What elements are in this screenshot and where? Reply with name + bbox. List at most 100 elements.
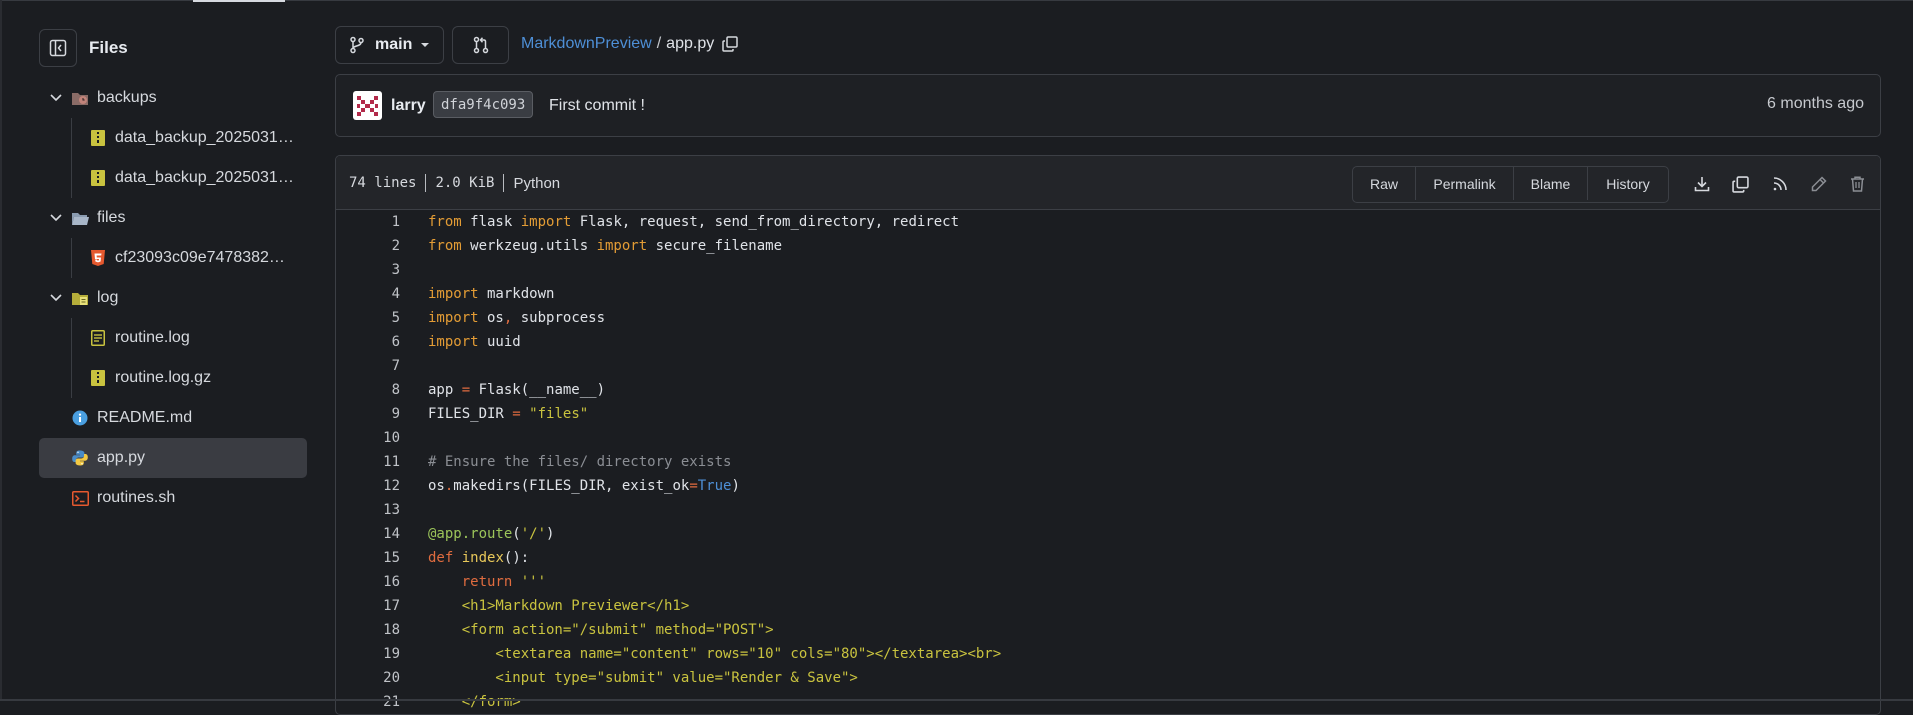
- compare-button[interactable]: [452, 26, 509, 64]
- terminal-icon: [71, 489, 89, 507]
- toggle-sidebar-button[interactable]: [39, 29, 77, 67]
- code-view: 1 from flask import Flask, request, send_…: [336, 210, 1880, 714]
- keyword-token: import: [596, 238, 648, 254]
- pencil-icon: [1811, 176, 1827, 192]
- code-line: 5 import os, subprocess: [336, 306, 1880, 330]
- tree-file-routine-log-gz[interactable]: routine.log.gz: [39, 358, 307, 398]
- line-number[interactable]: 15: [336, 546, 400, 570]
- breadcrumb-file: app.py: [666, 35, 715, 52]
- commit-sha[interactable]: dfa9f4c093: [433, 91, 534, 118]
- file-language: Python: [513, 174, 561, 192]
- git-pull-request-icon: [473, 36, 488, 54]
- commit-message[interactable]: First commit !: [549, 97, 645, 115]
- line-number[interactable]: 2: [336, 234, 400, 258]
- code-text: from flask import Flask, request, send_f…: [428, 214, 960, 230]
- log-file-icon: [89, 329, 107, 347]
- tree-folder-log[interactable]: log: [39, 278, 307, 318]
- code-line: 20 <input type="submit" value="Render & …: [336, 666, 1880, 690]
- keyword-token: import: [428, 310, 479, 326]
- download-button[interactable]: [1682, 174, 1721, 194]
- code-text: app = Flask(__name__): [428, 382, 606, 398]
- code-line: 18 <form action="/submit" method="POST">: [336, 618, 1880, 642]
- divider: [425, 174, 427, 192]
- tree-file-routines-sh[interactable]: routines.sh: [39, 478, 307, 518]
- user-avatar-icon: [357, 96, 378, 116]
- tree-file-html[interactable]: cf23093c09e7478382…: [39, 238, 307, 278]
- tree-file-app-py[interactable]: app.py: [39, 438, 307, 478]
- tree-file-data-backup-2[interactable]: data_backup_2025031…: [39, 158, 307, 198]
- avatar[interactable]: [353, 91, 382, 120]
- line-number[interactable]: 20: [336, 666, 400, 690]
- code-line: 2 from werkzeug.utils import secure_filen…: [336, 234, 1880, 258]
- line-number[interactable]: 6: [336, 330, 400, 354]
- folder-open-icon: [71, 209, 89, 227]
- delete-button[interactable]: [1838, 174, 1877, 194]
- file-info: 74 lines 2.0 KiB Python: [349, 174, 560, 192]
- html5-icon: [89, 249, 107, 267]
- raw-button[interactable]: Raw: [1353, 167, 1416, 200]
- history-button[interactable]: History: [1588, 167, 1668, 200]
- file-actions: [1682, 174, 1877, 194]
- line-number[interactable]: 14: [336, 522, 400, 546]
- line-number[interactable]: 21: [336, 690, 400, 714]
- copy-icon: [722, 36, 738, 52]
- line-number[interactable]: 16: [336, 570, 400, 594]
- line-number[interactable]: 18: [336, 618, 400, 642]
- code-line: 9 FILES_DIR = "files": [336, 402, 1880, 426]
- code-text: def index():: [428, 550, 530, 566]
- files-header: Files: [39, 28, 307, 68]
- files-title: Files: [89, 38, 128, 57]
- line-number[interactable]: 11: [336, 450, 400, 474]
- code-line: 21 </form>: [336, 690, 1880, 714]
- copy-icon: [1732, 175, 1749, 193]
- line-number[interactable]: 10: [336, 426, 400, 450]
- branch-name: main: [375, 36, 413, 53]
- file-tree: backups data_backup_2025031… data_backup…: [39, 78, 307, 518]
- copy-path-button[interactable]: [722, 36, 738, 52]
- commit-author[interactable]: larry: [391, 97, 426, 115]
- chevron-down-icon: [50, 294, 62, 302]
- breadcrumb-separator: /: [656, 35, 662, 52]
- branch-selector-button[interactable]: main: [335, 26, 444, 64]
- code-text: </form>: [428, 694, 521, 710]
- keyword-token: from: [428, 214, 462, 230]
- line-number[interactable]: 19: [336, 642, 400, 666]
- tree-file-routine-log[interactable]: routine.log: [39, 318, 307, 358]
- line-number[interactable]: 8: [336, 378, 400, 402]
- code-line: 12 os.makedirs(FILES_DIR, exist_ok=True): [336, 474, 1880, 498]
- tree-file-data-backup-1[interactable]: data_backup_2025031…: [39, 118, 307, 158]
- archive-icon: [89, 129, 107, 147]
- code-line: 4 import markdown: [336, 282, 1880, 306]
- line-number[interactable]: 3: [336, 258, 400, 282]
- chevron-down-icon: [50, 94, 62, 102]
- line-number[interactable]: 9: [336, 402, 400, 426]
- line-count: 74 lines: [349, 175, 417, 191]
- keyword-token: from: [428, 238, 462, 254]
- folder-log-icon: [71, 289, 89, 307]
- commit-time: 6 months ago: [1767, 95, 1864, 112]
- file-button-group: Raw Permalink Blame History: [1352, 166, 1669, 203]
- line-number[interactable]: 4: [336, 282, 400, 306]
- line-number[interactable]: 1: [336, 210, 400, 234]
- info-icon: [71, 409, 89, 427]
- code-text: <h1>Markdown Previewer</h1>: [428, 598, 690, 614]
- line-number[interactable]: 5: [336, 306, 400, 330]
- rss-feed-button[interactable]: [1760, 174, 1799, 194]
- line-number[interactable]: 17: [336, 594, 400, 618]
- keyword-token: import: [520, 214, 572, 230]
- tree-folder-backups[interactable]: backups: [39, 78, 307, 118]
- tree-folder-files[interactable]: files: [39, 198, 307, 238]
- tree-file-readme[interactable]: README.md: [39, 398, 307, 438]
- code-line: 8 app = Flask(__name__): [336, 378, 1880, 402]
- line-number[interactable]: 13: [336, 498, 400, 522]
- blame-button[interactable]: Blame: [1514, 167, 1588, 200]
- line-number[interactable]: 12: [336, 474, 400, 498]
- permalink-button[interactable]: Permalink: [1416, 167, 1514, 200]
- git-branch-icon: [350, 36, 364, 54]
- line-number[interactable]: 7: [336, 354, 400, 378]
- python-icon: [71, 449, 89, 467]
- breadcrumb-repo-link[interactable]: MarkdownPreview: [521, 35, 652, 53]
- code-line: 15 def index():: [336, 546, 1880, 570]
- copy-content-button[interactable]: [1721, 174, 1760, 194]
- edit-button[interactable]: [1799, 174, 1838, 194]
